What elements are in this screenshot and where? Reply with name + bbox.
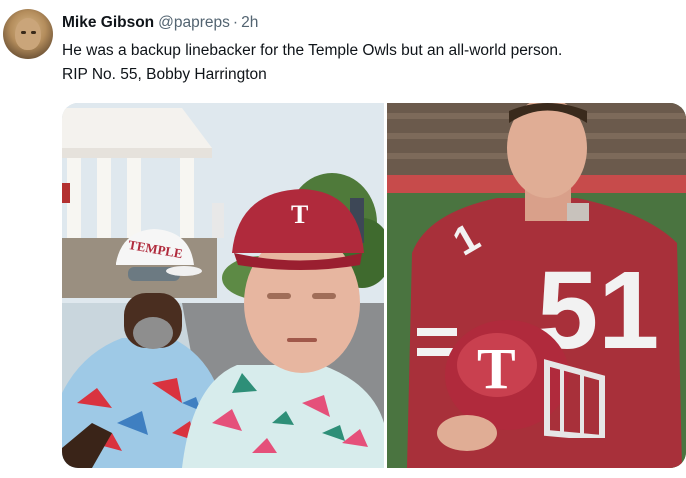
selfie-image: TEMPLE T [62, 103, 384, 468]
tweet-text-line: RIP No. 55, Bobby Harrington [62, 66, 267, 83]
temple-cap-logo: T [291, 200, 308, 229]
avatar-eye [21, 31, 26, 34]
tweet-photo-player[interactable]: 51 1 T [387, 103, 686, 468]
tweet-header: Mike Gibson @papreps · 2h [62, 13, 258, 33]
tweet-timestamp[interactable]: 2h [241, 14, 258, 31]
author-name[interactable]: Mike Gibson [62, 14, 154, 31]
helmet-logo: T [477, 336, 516, 401]
tweet-media-grid: TEMPLE T 51 1 T [62, 103, 686, 468]
author-avatar[interactable] [3, 9, 53, 59]
tweet-text-line: He was a backup linebacker for the Templ… [62, 42, 563, 59]
tweet-photo-selfie[interactable]: TEMPLE T [62, 103, 384, 468]
author-handle[interactable]: @papreps [158, 14, 230, 31]
player-image: 51 1 T [387, 103, 686, 468]
avatar-face [15, 18, 41, 50]
avatar-eye [31, 31, 36, 34]
tweet-text: He was a backup linebacker for the Templ… [62, 39, 684, 87]
separator-dot: · [232, 14, 239, 31]
